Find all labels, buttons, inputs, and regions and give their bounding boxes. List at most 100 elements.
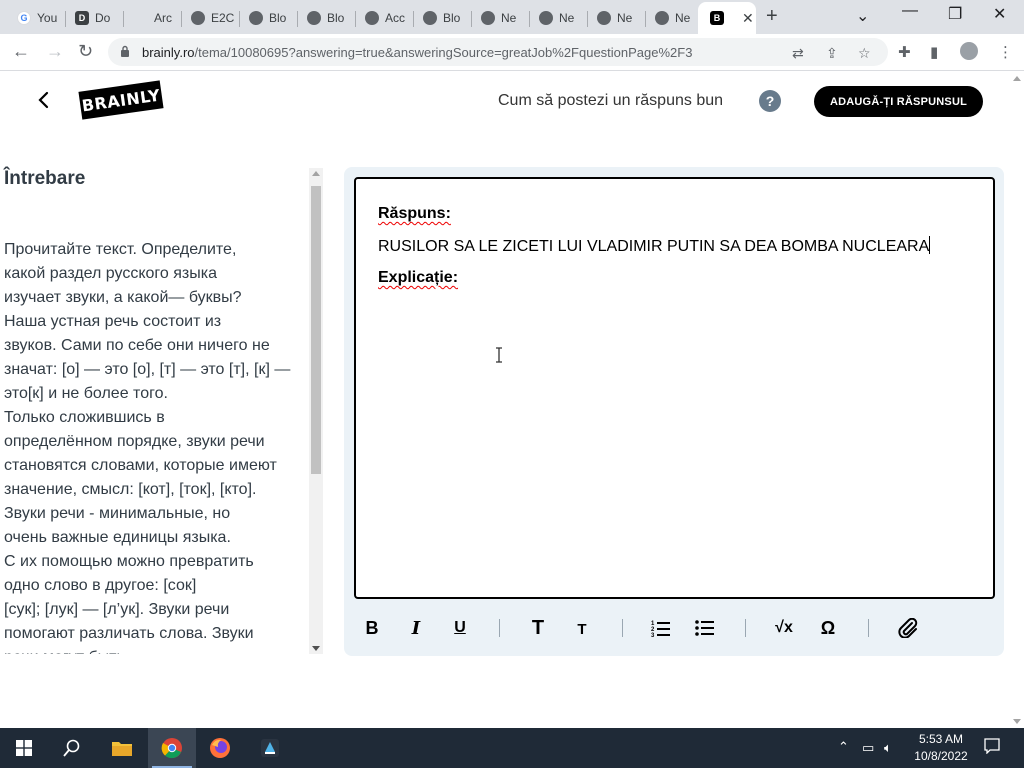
heading-small-button[interactable]: T [570,616,594,640]
side-panel-icon[interactable]: ▮ [930,43,938,61]
help-icon[interactable]: ? [759,90,781,112]
toolbar-divider [499,619,500,637]
google-icon: G [17,11,31,25]
menu-kebab-icon[interactable]: ⋮ [998,43,1013,61]
browser-tab[interactable]: Arc [124,4,182,32]
text-cursor-icon [496,347,502,363]
browser-toolbar: ← → ↻ brainly.ro/tema/10080695?answering… [0,34,1024,71]
share-icon[interactable]: ⇪ [826,45,838,62]
question-title: Întrebare [4,168,86,189]
svg-text:3: 3 [651,633,655,637]
start-icon[interactable] [0,728,48,768]
tray-expand-icon[interactable]: ⌃ [838,739,849,755]
browser-tab[interactable]: Blo [240,4,298,32]
browser-tab-active[interactable]: B ✕ [698,2,756,34]
close-tab-icon[interactable]: ✕ [742,10,754,27]
windows-taskbar: ⌃ ▭ 🔈︎ 5:53 AM 10/8/2022 [0,728,1024,768]
page-scrollbar[interactable] [1010,72,1024,728]
file-explorer-icon[interactable] [98,728,146,768]
format-toolbar: B I U T T 1 2 3 √x Ω [344,607,1004,651]
answer-text: RUSILOR SA LE ZICETI LUI VLADIMIR PUTIN … [378,238,930,255]
clock-date: 10/8/2022 [914,749,968,763]
url-text: brainly.ro/tema/10080695?answering=true&… [142,45,692,60]
extensions-icon[interactable]: ✚ [898,43,911,61]
brainly-app-icon[interactable] [246,728,294,768]
restore-icon[interactable]: ❐ [948,4,962,24]
network-icon[interactable]: ▭ [862,740,874,756]
bullet-list-icon [695,620,714,636]
bullet-list-button[interactable] [693,616,717,640]
volume-icon[interactable]: 🔈︎ [884,740,892,756]
underline-button[interactable]: U [448,616,472,640]
scroll-up-arrow[interactable] [312,171,320,176]
back-icon[interactable]: ← [12,42,30,60]
tab-title: Ne [617,11,633,25]
ordered-list-button[interactable]: 1 2 3 [649,616,673,640]
equation-button[interactable]: √x [770,616,798,640]
chrome-icon [307,11,321,25]
chrome-icon [481,11,495,25]
browser-tab[interactable]: Acc [356,4,414,32]
browser-tab[interactable]: Blo [414,4,472,32]
special-chars-button[interactable]: Ω [816,616,840,640]
browser-tab[interactable]: Ne [530,4,588,32]
tab-title: Ne [675,11,691,25]
brainly-logo[interactable]: BRAINLY [78,80,164,120]
document-icon: D [75,11,89,25]
profile-avatar[interactable] [960,42,978,60]
browser-tab-strip: G You D Do Arc E2C Blo Blo Acc Blo Ne Ne… [0,0,1024,34]
tab-title: Blo [327,11,345,25]
browser-tab[interactable]: Ne [472,4,530,32]
explanation-label: Explicație: [378,269,459,286]
page-scroll-up-arrow[interactable] [1013,76,1021,81]
page-scroll-down-arrow[interactable] [1013,719,1021,724]
browser-tab[interactable]: G You [8,4,66,32]
chrome-icon [191,11,205,25]
heading-large-button[interactable]: T [526,616,550,640]
browser-tab[interactable]: E2C [182,4,240,32]
tab-title: Ne [501,11,517,25]
italic-button[interactable]: I [404,616,428,640]
tab-title: Ne [559,11,575,25]
bold-button[interactable]: B [360,616,384,640]
question-scrollbar[interactable] [309,168,323,654]
new-tab-button[interactable]: + [766,6,778,26]
minimize-icon[interactable]: — [902,2,918,20]
reload-icon[interactable]: ↻ [78,42,93,60]
add-answer-button[interactable]: ADAUGĂ-ȚI RĂSPUNSUL [814,86,983,117]
taskbar-clock[interactable]: 5:53 AM 10/8/2022 [904,731,978,765]
forward-icon[interactable]: → [46,42,64,60]
toolbar-divider [622,619,623,637]
close-window-icon[interactable]: ✕ [993,4,1006,24]
chrome-icon[interactable] [148,728,196,768]
browser-tab[interactable]: D Do [66,4,124,32]
firefox-icon[interactable] [196,728,244,768]
scroll-down-arrow[interactable] [312,646,320,651]
answer-text-line[interactable]: RUSILOR SA LE ZICETI LUI VLADIMIR PUTIN … [378,236,931,256]
tab-title: Arc [154,11,172,25]
answer-editor-container: Răspuns: RUSILOR SA LE ZICETI LUI VLADIM… [344,167,1004,656]
chrome-icon [655,11,669,25]
attach-button[interactable] [894,616,922,640]
clock-time: 5:53 AM [918,732,964,746]
tab-title: You [37,11,58,25]
tab-search-icon[interactable]: ⌄ [856,6,869,26]
address-bar[interactable]: brainly.ro/tema/10080695?answering=true&… [108,38,888,66]
answer-editor[interactable]: Răspuns: RUSILOR SA LE ZICETI LUI VLADIM… [354,177,995,599]
answer-label: Răspuns: [378,205,451,222]
bookmark-star-icon[interactable]: ☆ [858,45,871,62]
translate-icon[interactable]: ⇄ [792,45,804,62]
browser-tab[interactable]: Ne [646,4,698,32]
notifications-icon[interactable] [984,738,1000,757]
tab-title: Blo [269,11,287,25]
scroll-thumb[interactable] [311,186,321,474]
toolbar-divider [868,619,869,637]
howto-link[interactable]: Cum să postezi un răspuns bun [498,92,723,110]
search-icon[interactable] [48,728,96,768]
tab-title: Do [95,11,111,25]
back-chevron-icon[interactable] [36,90,52,110]
brainly-icon: B [710,11,724,25]
browser-tab[interactable]: Blo [298,4,356,32]
browser-tab[interactable]: Ne [588,4,646,32]
chrome-icon [365,11,379,25]
